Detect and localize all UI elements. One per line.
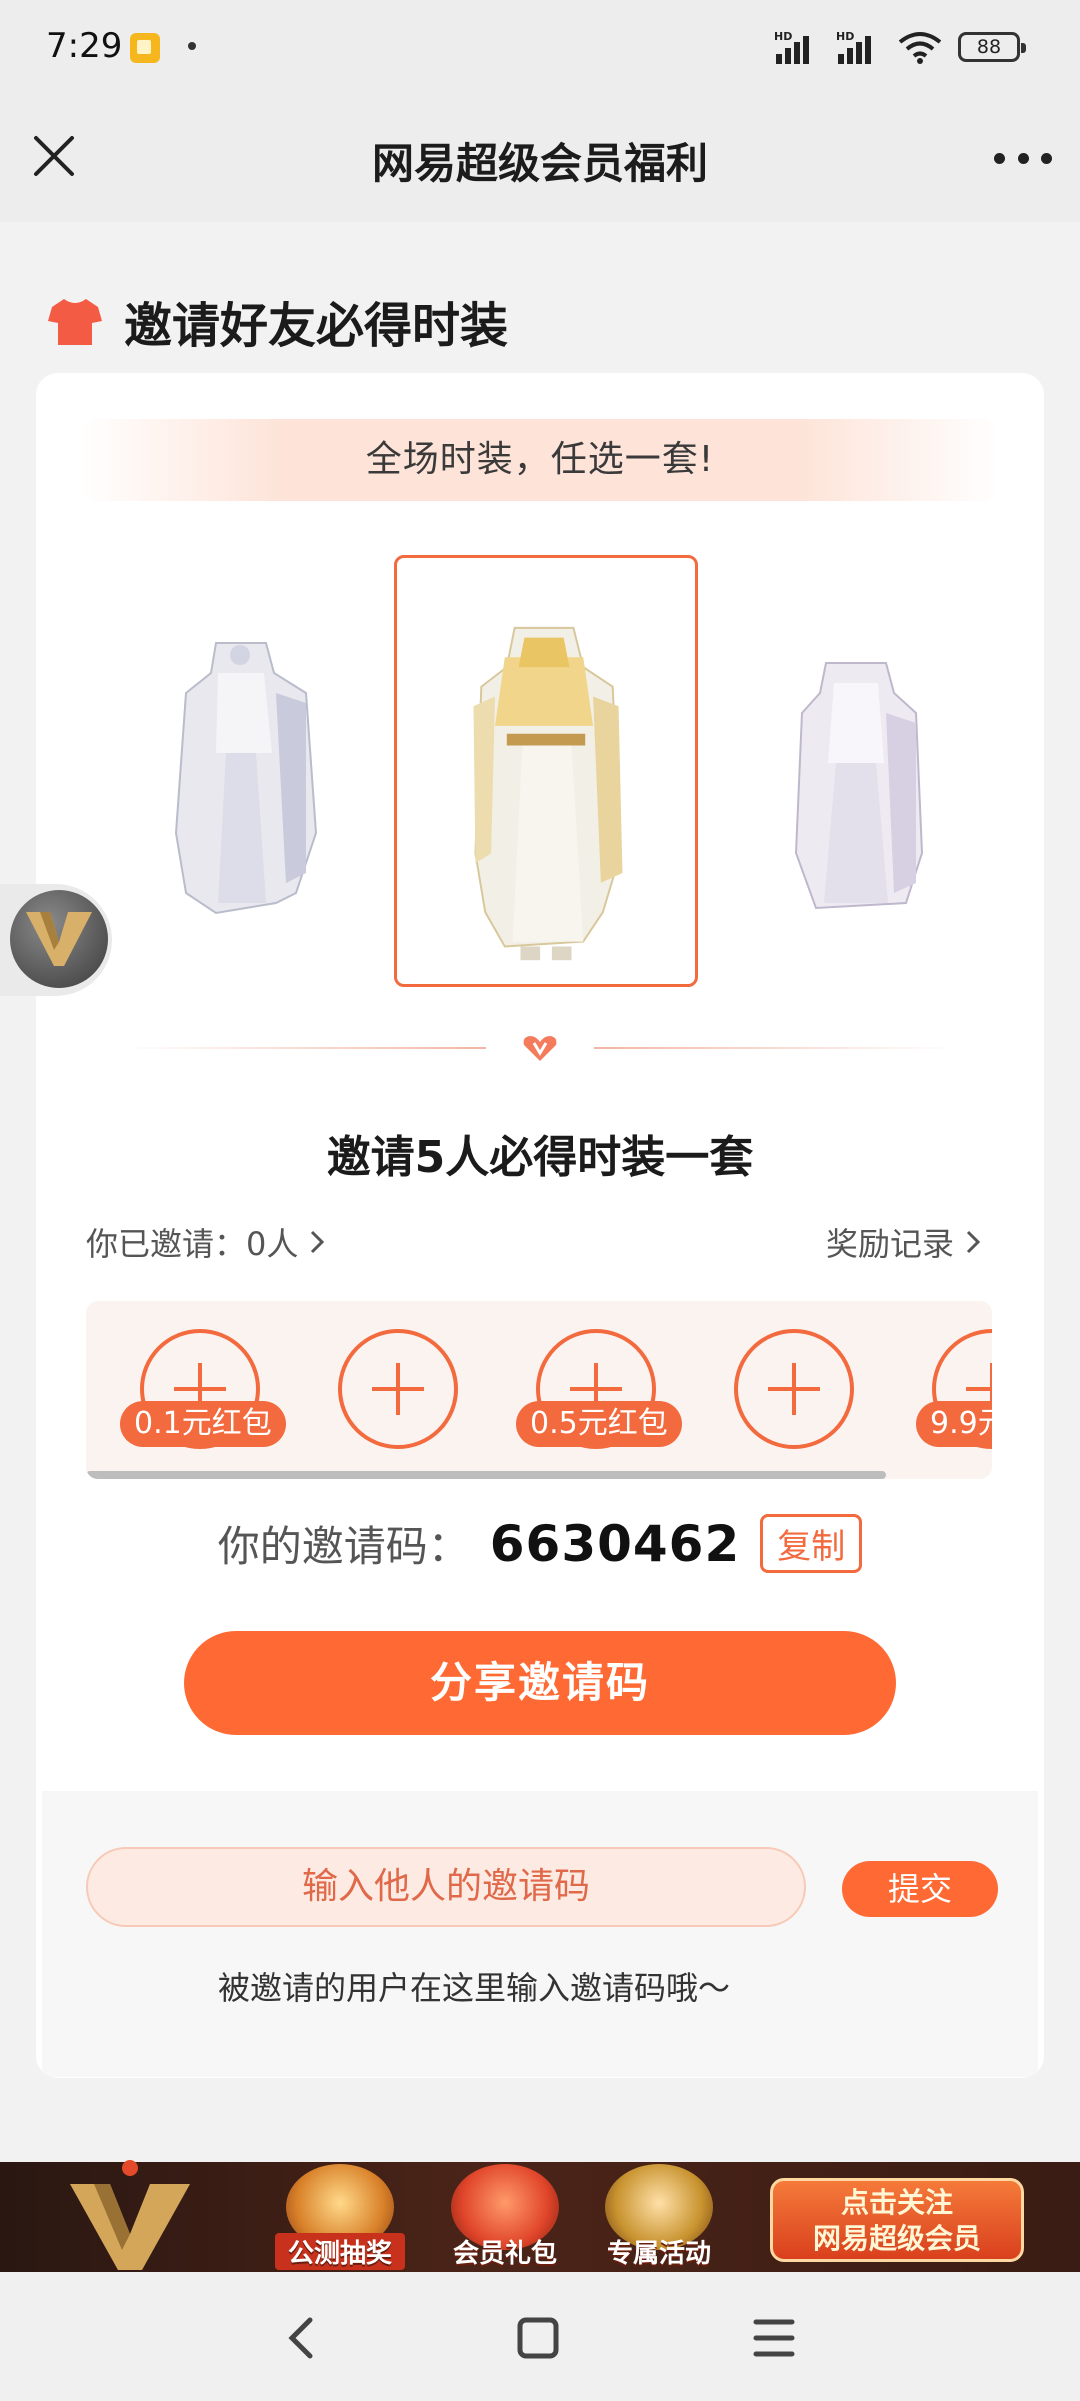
home-icon[interactable] [508,2308,568,2368]
follow-line-1: 点击关注 [840,2186,953,2219]
vip-logo-icon [70,2160,190,2270]
slots-scrollbar[interactable] [86,1471,886,1479]
invited-count-text: 你已邀请：0人 [86,1225,299,1263]
invite-slots[interactable]: 0.1元红包 0.5元红包 9.9元 [86,1301,992,1479]
vip-logo-icon [26,912,92,966]
notification-dot-icon [188,42,196,50]
shirt-icon [48,299,102,345]
invited-count-link[interactable]: 你已邀请：0人 [86,1219,326,1265]
share-invite-code-button[interactable]: 分享邀请码 [184,1631,896,1735]
promo-label: 公测抽奖 [275,2233,405,2270]
section-header: 邀请好友必得时装 [46,286,508,356]
invite-slot[interactable] [338,1329,458,1449]
input-hint-text: 被邀请的用户在这里输入邀请码哦～ [217,1969,730,2007]
enter-code-section: 输入他人的邀请码 提交 被邀请的用户在这里输入邀请码哦～ [42,1791,1038,2077]
promo-lottery[interactable]: 公测抽奖 [275,2164,405,2272]
reward-record-label: 奖励记录 [825,1225,954,1263]
invite-slot[interactable] [734,1329,854,1449]
copy-button[interactable]: 复制 [760,1514,863,1573]
follow-line-2: 网易超级会员 [812,2222,981,2255]
signal-hd-icon: HD [774,30,820,64]
reward-record-link[interactable]: 奖励记录 [826,1219,982,1265]
outfit-option-left[interactable] [156,633,326,923]
promo-activity[interactable]: 专属活动 [594,2164,724,2272]
section-title: 邀请好友必得时装 [124,298,509,354]
floating-avatar[interactable] [0,884,112,996]
notification-app-icon [130,33,160,63]
follow-button[interactable]: 点击关注 网易超级会员 [770,2178,1024,2262]
invite-code-row: 你的邀请码： 6630462 复制 [36,1513,1044,1574]
outfit-image [473,626,623,961]
submit-button[interactable]: 提交 [842,1861,998,1917]
outfit-option-selected[interactable] [394,555,698,987]
status-bar: 7:29 HD HD 88 [0,0,1080,100]
invite-code-value: 6630462 [489,1514,741,1573]
invite-code-label: 你的邀请码： [217,1522,470,1571]
promo-gift[interactable]: 会员礼包 [440,2164,570,2272]
invite-card: 全场时装，任选一套! 邀请5人必得时装一套 你已邀请：0人 奖励记录 0.1元红… [36,373,1044,2078]
more-options-icon[interactable] [994,138,1052,178]
promo-bar: 公测抽奖 会员礼包 专属活动 点击关注 网易超级会员 [0,2160,1080,2272]
wifi-icon [898,32,942,64]
status-time: 7:29 [46,26,123,66]
slot-reward-tag: 0.5元红包 [516,1401,682,1447]
page-title: 网易超级会员福利 [371,139,708,188]
menu-icon[interactable] [744,2308,804,2368]
banner-text: 全场时装，任选一套! [80,419,1000,501]
slot-reward-tag: 0.1元红包 [120,1401,286,1447]
outfit-image [794,662,924,910]
promo-label: 专属活动 [606,2239,711,2269]
invite-goal-title: 邀请5人必得时装一套 [326,1132,754,1183]
chevron-right-icon [311,1230,325,1254]
outfit-image [174,642,318,915]
signal-hd-icon: HD [836,30,882,64]
battery-icon: 88 [958,32,1026,62]
chevron-right-icon [966,1230,981,1254]
back-icon[interactable] [272,2308,332,2368]
decorative-divider [126,1033,954,1063]
status-icons: HD HD 88 [774,30,1026,64]
system-nav-bar [0,2272,1080,2401]
outfit-carousel[interactable] [36,553,1044,993]
promo-label: 会员礼包 [452,2239,557,2269]
top-nav: 网易超级会员福利 [0,100,1080,222]
heart-icon [523,1036,557,1061]
outfit-option-right[interactable] [776,653,936,923]
invite-code-input[interactable]: 输入他人的邀请码 [86,1847,806,1927]
slot-reward-tag: 9.9元 [916,1401,992,1447]
